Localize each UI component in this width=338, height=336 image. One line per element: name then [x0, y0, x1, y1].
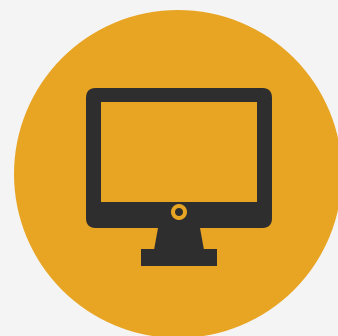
icon-canvas — [0, 0, 338, 336]
monitor-screen — [101, 102, 257, 202]
monitor-stand-neck — [154, 228, 204, 250]
monitor-stand-base — [141, 249, 217, 266]
desktop-monitor-icon — [0, 0, 338, 336]
power-button-center — [175, 208, 183, 216]
